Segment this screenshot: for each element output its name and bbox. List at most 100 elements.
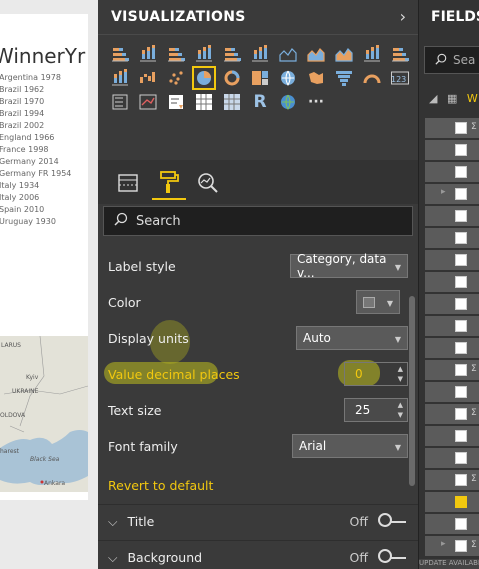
field-row[interactable] — [425, 448, 479, 468]
field-checkbox[interactable] — [455, 276, 467, 288]
field-checkbox[interactable] — [455, 144, 467, 156]
checked-checkbox[interactable] — [455, 496, 467, 508]
field-row[interactable] — [425, 272, 479, 292]
field-row[interactable] — [425, 316, 479, 336]
line-chart-icon[interactable] — [274, 42, 302, 66]
more-icon[interactable]: ··· — [302, 90, 330, 114]
map-visual[interactable]: LARUS Kyiv UKRAINE OLDOVA harest Black S… — [0, 336, 88, 492]
title-toggle[interactable] — [378, 512, 406, 527]
stacked-bar-icon[interactable] — [106, 42, 134, 66]
fields-search-input[interactable]: Sea — [424, 46, 479, 74]
background-toggle[interactable] — [378, 548, 406, 563]
stacked-column-icon[interactable] — [134, 42, 162, 66]
fields-table[interactable]: ◢ ▦ W — [429, 92, 478, 105]
field-row[interactable] — [425, 206, 479, 226]
color-picker[interactable]: ▼ — [356, 290, 400, 314]
field-checkbox[interactable] — [455, 408, 467, 420]
field-checkbox[interactable] — [455, 320, 467, 332]
globe-icon[interactable] — [274, 90, 302, 114]
format-pane-scrollbar[interactable] — [409, 296, 415, 486]
field-checkbox[interactable] — [455, 364, 467, 376]
100-bar-icon[interactable] — [218, 42, 246, 66]
value-decimal-places-stepper[interactable]: 0 ▲ ▼ — [344, 362, 408, 386]
multirow-card-icon[interactable] — [106, 90, 134, 114]
clustered-column-icon[interactable] — [190, 42, 218, 66]
stacked-bar-icon-shape — [112, 48, 129, 62]
field-row[interactable] — [425, 140, 479, 160]
kpi-icon[interactable] — [134, 90, 162, 114]
waterfall-icon[interactable] — [134, 66, 162, 90]
100-column-icon[interactable] — [246, 42, 274, 66]
field-checkbox[interactable] — [455, 122, 467, 134]
matrix-icon[interactable] — [218, 90, 246, 114]
field-checkbox[interactable] — [455, 298, 467, 310]
field-row[interactable] — [425, 294, 479, 314]
card-icon[interactable]: 123 — [386, 66, 414, 90]
field-checkbox[interactable] — [455, 210, 467, 222]
field-row[interactable]: ▸ — [425, 184, 479, 204]
table-icon[interactable] — [190, 90, 218, 114]
field-checkbox[interactable] — [455, 188, 467, 200]
ribbon-chart-icon[interactable] — [106, 66, 134, 90]
line-column-icon[interactable] — [358, 42, 386, 66]
field-row[interactable]: Σ — [425, 470, 479, 490]
field-row[interactable] — [425, 228, 479, 248]
donut-icon[interactable] — [218, 66, 246, 90]
section-background[interactable]: ⌵ Background Off — [98, 540, 418, 569]
clustered-bar-icon[interactable] — [162, 42, 190, 66]
field-checkbox[interactable] — [455, 474, 467, 486]
label-style-dropdown[interactable]: Category, data v... ▼ — [290, 252, 408, 280]
field-row[interactable] — [425, 338, 479, 358]
text-size-stepper[interactable]: 25 ▲ ▼ — [344, 398, 408, 422]
field-checkbox[interactable] — [455, 386, 467, 398]
field-checkbox[interactable] — [455, 166, 467, 178]
field-row[interactable]: Σ — [425, 118, 479, 138]
winner-card[interactable]: WinnerYr Argentina 1978 Brazil 1962 Brazil… — [0, 14, 88, 500]
field-row[interactable] — [425, 426, 479, 446]
increment-arrow-icon[interactable]: ▲ — [398, 401, 403, 410]
field-row[interactable] — [425, 514, 479, 534]
expand-icon[interactable]: ▸ — [441, 187, 446, 197]
field-checkbox[interactable] — [455, 342, 467, 354]
field-row[interactable] — [425, 492, 479, 512]
field-checkbox[interactable] — [455, 452, 467, 464]
field-row[interactable] — [425, 162, 479, 182]
field-row[interactable]: ▸ Σ — [425, 536, 479, 556]
filled-map-icon[interactable] — [302, 66, 330, 90]
field-checkbox[interactable] — [455, 518, 467, 530]
pie-icon[interactable] — [190, 66, 218, 90]
r-visual-icon[interactable]: R — [246, 90, 274, 114]
expand-icon[interactable]: ▸ — [441, 539, 446, 549]
scatter-icon[interactable] — [162, 66, 190, 90]
slicer-icon[interactable] — [162, 90, 190, 114]
field-row[interactable] — [425, 382, 479, 402]
field-checkbox[interactable] — [455, 254, 467, 266]
gauge-icon[interactable] — [358, 66, 386, 90]
report-canvas: WinnerYr Argentina 1978 Brazil 1962 Brazil… — [0, 0, 98, 569]
area-chart-icon[interactable] — [302, 42, 330, 66]
field-row[interactable]: Σ — [425, 404, 479, 424]
funnel-icon[interactable] — [330, 66, 358, 90]
display-units-dropdown[interactable]: Auto ▼ — [296, 326, 408, 350]
revert-to-default-link[interactable]: Revert to default — [108, 478, 213, 493]
increment-arrow-icon[interactable]: ▲ — [398, 365, 403, 374]
format-paint-roller-icon[interactable] — [152, 166, 186, 200]
field-row[interactable]: Σ — [425, 360, 479, 380]
map-icon[interactable] — [274, 66, 302, 90]
decrement-arrow-icon[interactable]: ▼ — [398, 375, 403, 384]
line-clustered-icon[interactable] — [386, 42, 414, 66]
fields-tab-icon[interactable] — [111, 166, 145, 200]
section-title[interactable]: ⌵ Title Off — [98, 504, 418, 538]
field-checkbox[interactable] — [455, 540, 467, 552]
update-available-banner[interactable]: UPDATE AVAILABLE — [419, 559, 479, 569]
field-checkbox[interactable] — [455, 232, 467, 244]
format-search-input[interactable]: Search — [103, 206, 413, 236]
field-checkbox[interactable] — [455, 430, 467, 442]
collapse-chevron-icon[interactable]: › — [400, 7, 406, 26]
analytics-tab-icon[interactable] — [191, 166, 225, 200]
decrement-arrow-icon[interactable]: ▼ — [398, 411, 403, 420]
treemap-icon[interactable] — [246, 66, 274, 90]
field-row[interactable] — [425, 250, 479, 270]
stacked-area-icon[interactable] — [330, 42, 358, 66]
font-family-dropdown[interactable]: Arial ▼ — [292, 434, 408, 458]
